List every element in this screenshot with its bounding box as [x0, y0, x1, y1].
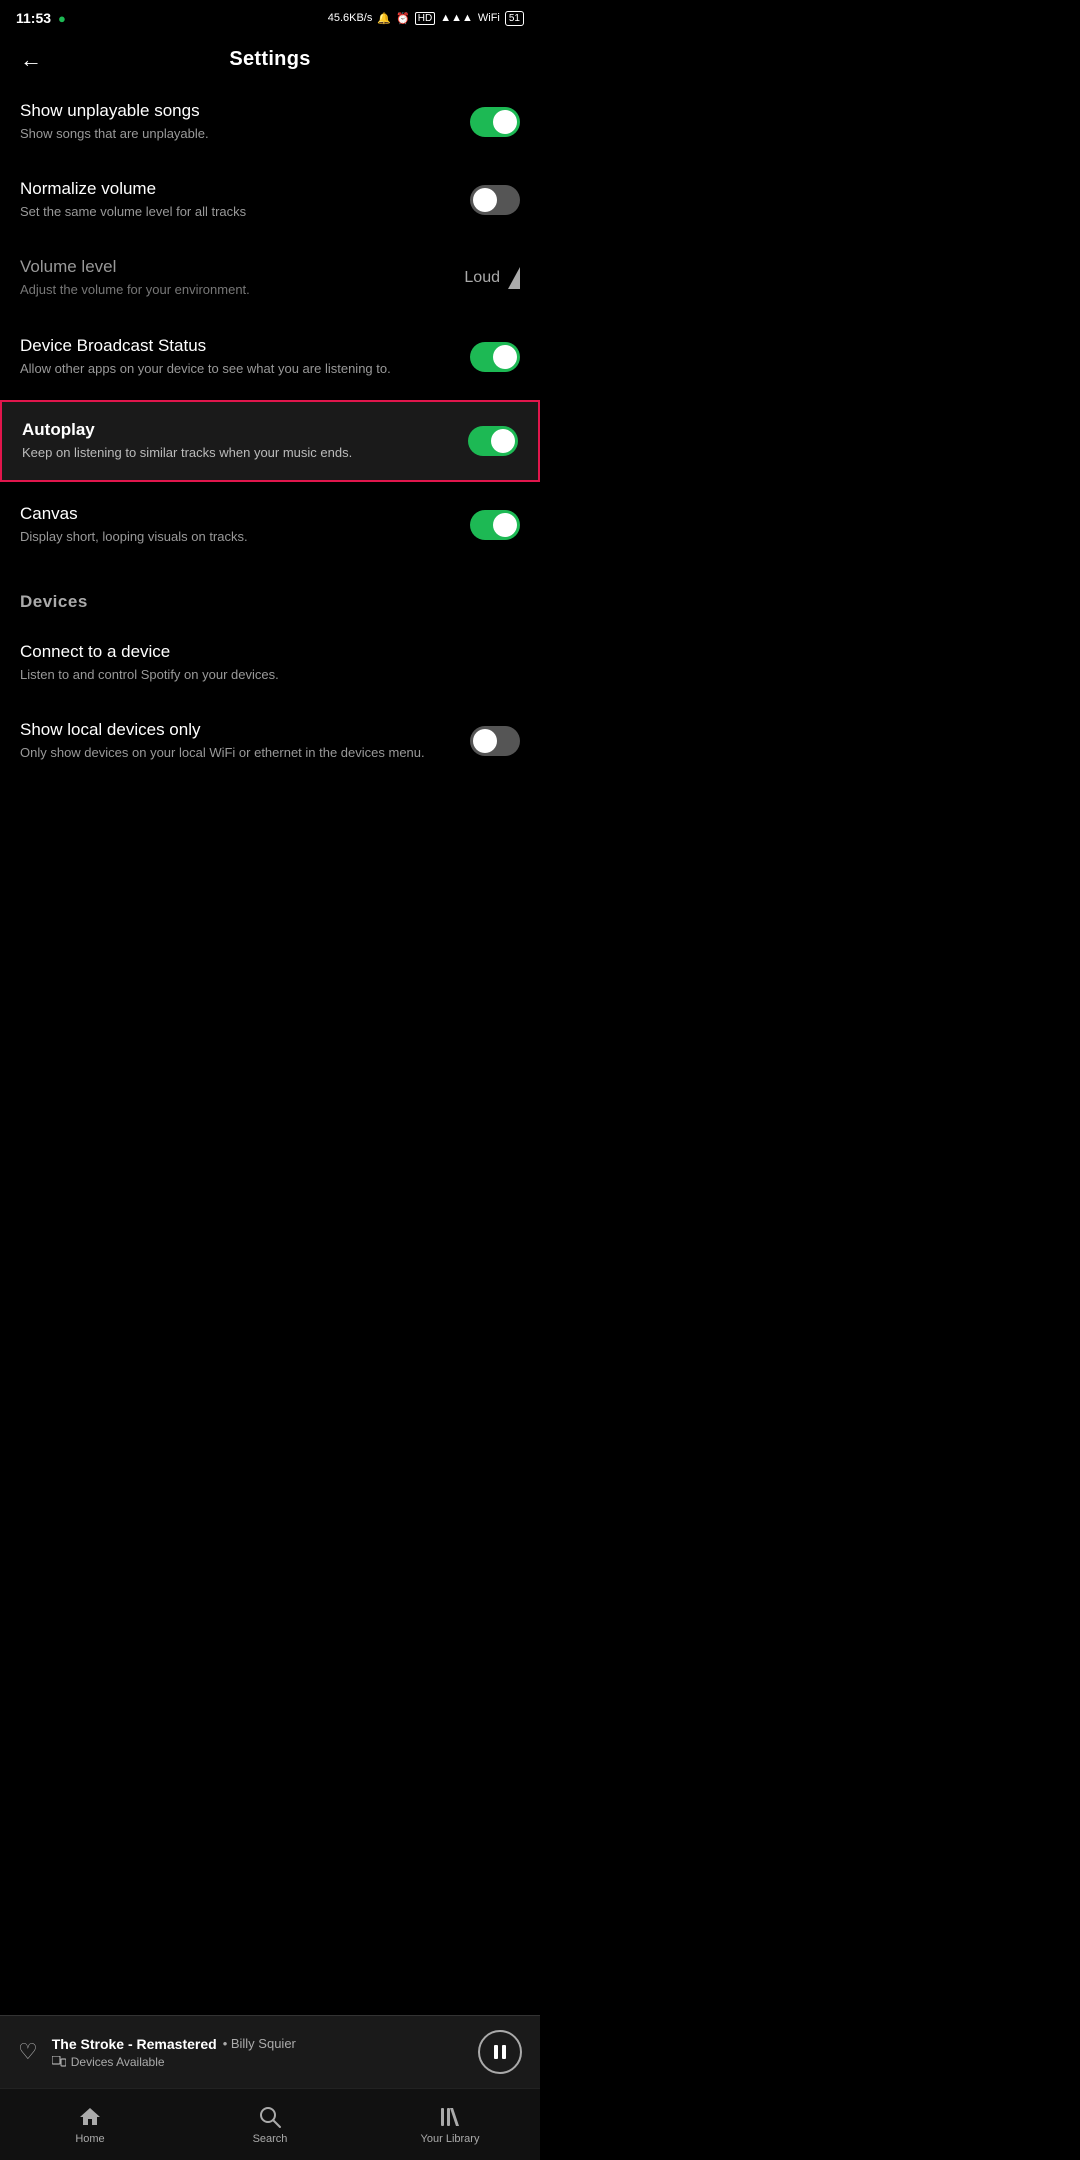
nav-item-home[interactable]: Home: [0, 2089, 180, 2160]
mute-icon: 🔔: [377, 12, 391, 25]
toggle-device-broadcast[interactable]: [470, 342, 520, 372]
now-playing-bar: ♡ The Stroke - Remastered • Billy Squier…: [0, 2015, 540, 2088]
setting-title: Show unplayable songs: [20, 101, 450, 121]
setting-canvas[interactable]: Canvas Display short, looping visuals on…: [0, 486, 540, 564]
toggle-canvas[interactable]: [470, 510, 520, 540]
setting-desc: Only show devices on your local WiFi or …: [20, 744, 450, 762]
setting-connect-device[interactable]: Connect to a device Listen to and contro…: [0, 624, 540, 702]
setting-text: Autoplay Keep on listening to similar tr…: [22, 420, 468, 462]
nav-label-library: Your Library: [421, 2133, 480, 2145]
setting-desc: Allow other apps on your device to see w…: [20, 360, 450, 378]
devices-available: Devices Available: [52, 2055, 478, 2069]
setting-desc: Set the same volume level for all tracks: [20, 203, 450, 221]
artist-name: • Billy Squier: [223, 2036, 296, 2051]
status-time: 11:53: [16, 10, 51, 26]
hd-badge: HD: [415, 12, 435, 25]
devices-label: Devices Available: [71, 2055, 165, 2069]
settings-content: Show unplayable songs Show songs that ar…: [0, 83, 540, 781]
volume-value: Loud: [464, 269, 500, 287]
toggle-knob: [493, 110, 517, 134]
heart-icon[interactable]: ♡: [18, 2039, 38, 2065]
back-button[interactable]: ←: [20, 47, 42, 73]
nav-item-search[interactable]: Search: [180, 2089, 360, 2160]
status-icons: 45.6KB/s 🔔 ⏰ HD ▲▲▲ WiFi 51: [328, 11, 524, 26]
setting-text: Show local devices only Only show device…: [20, 720, 470, 762]
network-speed: 45.6KB/s: [328, 12, 373, 24]
setting-desc: Listen to and control Spotify on your de…: [20, 666, 500, 684]
devices-section-header: Devices: [0, 564, 540, 624]
toggle-slider: [470, 726, 520, 756]
bottom-nav: Home Search Your Library: [0, 2088, 540, 2160]
setting-desc: Keep on listening to similar tracks when…: [22, 444, 448, 462]
volume-triangle-icon: [508, 267, 520, 289]
alarm-icon: ⏰: [396, 12, 410, 25]
toggle-slider: [470, 107, 520, 137]
toggle-show-unplayable[interactable]: [470, 107, 520, 137]
toggle-normalize-volume[interactable]: [470, 185, 520, 215]
device-icon: [52, 2056, 66, 2068]
toggle-slider: [468, 426, 518, 456]
setting-local-devices[interactable]: Show local devices only Only show device…: [0, 702, 540, 780]
setting-title: Canvas: [20, 504, 450, 524]
toggle-knob: [473, 729, 497, 753]
setting-text: Volume level Adjust the volume for your …: [20, 257, 464, 299]
nav-label-home: Home: [75, 2133, 104, 2145]
toggle-slider: [470, 185, 520, 215]
setting-title: Connect to a device: [20, 642, 500, 662]
nav-label-search: Search: [253, 2133, 288, 2145]
pause-button[interactable]: [478, 2030, 522, 2074]
toggle-local-devices[interactable]: [470, 726, 520, 756]
status-bar: 11:53 ● 45.6KB/s 🔔 ⏰ HD ▲▲▲ WiFi 51: [0, 0, 540, 36]
setting-text: Show unplayable songs Show songs that ar…: [20, 101, 470, 143]
toggle-slider: [470, 342, 520, 372]
setting-title: Autoplay: [22, 420, 448, 440]
setting-show-unplayable[interactable]: Show unplayable songs Show songs that ar…: [0, 83, 540, 161]
toggle-knob: [493, 513, 517, 537]
setting-desc: Adjust the volume for your environment.: [20, 281, 444, 299]
page-title: Settings: [229, 48, 310, 71]
nav-item-library[interactable]: Your Library: [360, 2089, 540, 2160]
setting-text: Connect to a device Listen to and contro…: [20, 642, 520, 684]
spotify-icon: ●: [58, 11, 66, 26]
track-info: The Stroke - Remastered • Billy Squier D…: [52, 2036, 478, 2069]
setting-autoplay[interactable]: Autoplay Keep on listening to similar tr…: [0, 400, 540, 482]
toggle-knob: [493, 345, 517, 369]
toggle-autoplay[interactable]: [468, 426, 518, 456]
setting-desc: Display short, looping visuals on tracks…: [20, 528, 450, 546]
signal-icon: ▲▲▲: [440, 12, 473, 24]
battery-icon: 51: [505, 11, 524, 26]
setting-title: Normalize volume: [20, 179, 450, 199]
setting-desc: Show songs that are unplayable.: [20, 125, 450, 143]
library-icon: [438, 2105, 462, 2129]
setting-text: Canvas Display short, looping visuals on…: [20, 504, 470, 546]
pause-icon: [492, 2044, 508, 2060]
setting-text: Normalize volume Set the same volume lev…: [20, 179, 470, 221]
setting-title: Volume level: [20, 257, 444, 277]
setting-volume-level[interactable]: Volume level Adjust the volume for your …: [0, 239, 540, 317]
wifi-icon: WiFi: [478, 12, 500, 24]
home-icon: [78, 2105, 102, 2129]
setting-text: Device Broadcast Status Allow other apps…: [20, 336, 470, 378]
toggle-slider: [470, 510, 520, 540]
toggle-knob: [491, 429, 515, 453]
search-icon: [258, 2105, 282, 2129]
volume-value-area: Loud: [464, 267, 520, 289]
setting-title: Device Broadcast Status: [20, 336, 450, 356]
setting-normalize-volume[interactable]: Normalize volume Set the same volume lev…: [0, 161, 540, 239]
settings-header: ← Settings: [0, 36, 540, 83]
battery-level: 51: [509, 13, 520, 24]
toggle-knob: [473, 188, 497, 212]
setting-device-broadcast[interactable]: Device Broadcast Status Allow other apps…: [0, 318, 540, 396]
setting-title: Show local devices only: [20, 720, 450, 740]
track-name: The Stroke - Remastered: [52, 2036, 217, 2052]
